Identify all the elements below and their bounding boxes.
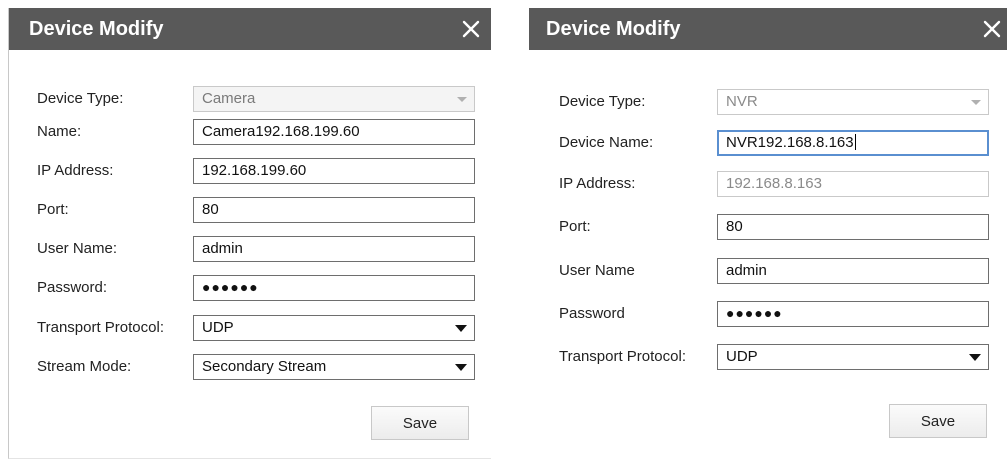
ip-address-label: IP Address: xyxy=(559,175,636,192)
password-row: Password: ●●●●●● xyxy=(37,275,477,301)
close-icon xyxy=(462,20,480,38)
name-input[interactable]: Camera192.168.199.60 xyxy=(193,119,475,145)
transport-protocol-row: Transport Protocol: UDP xyxy=(559,344,999,370)
device-name-value: NVR192.168.8.163 xyxy=(726,134,854,151)
stream-mode-label: Stream Mode: xyxy=(37,358,132,375)
device-name-input[interactable]: NVR192.168.8.163 xyxy=(717,130,989,156)
ip-address-row: IP Address: 192.168.199.60 xyxy=(37,158,477,184)
save-button[interactable]: Save xyxy=(371,406,469,440)
device-type-select[interactable]: Camera xyxy=(193,86,475,112)
dialog-titlebar: Device Modify xyxy=(9,8,491,50)
user-name-label: User Name: xyxy=(37,240,118,257)
user-name-row: User Name: admin xyxy=(37,236,477,262)
transport-protocol-row: Transport Protocol: UDP xyxy=(37,315,477,341)
device-modify-dialog-camera: Device Modify Device Type: Camera Name: … xyxy=(8,8,491,459)
save-button[interactable]: Save xyxy=(889,404,987,438)
transport-protocol-value: UDP xyxy=(202,319,234,336)
dialog-title: Device Modify xyxy=(546,17,681,40)
ip-address-input[interactable]: 192.168.199.60 xyxy=(193,158,475,184)
port-label: Port: xyxy=(559,218,591,235)
password-label: Password: xyxy=(37,279,108,296)
device-type-label: Device Type: xyxy=(559,93,646,110)
port-label: Port: xyxy=(37,201,69,218)
chevron-down-icon xyxy=(969,354,981,361)
device-modify-dialog-nvr: Device Modify Device Type: NVR Device Na… xyxy=(529,8,1007,458)
dialog-title: Device Modify xyxy=(29,17,164,40)
password-input[interactable]: ●●●●●● xyxy=(717,301,989,327)
user-name-input[interactable]: admin xyxy=(193,236,475,262)
close-button[interactable] xyxy=(451,8,491,50)
user-name-row: User Name admin xyxy=(559,258,999,284)
password-input[interactable]: ●●●●●● xyxy=(193,275,475,301)
ip-address-label: IP Address: xyxy=(37,162,114,179)
transport-protocol-value: UDP xyxy=(726,348,758,365)
port-row: Port: 80 xyxy=(37,197,477,223)
name-row: Name: Camera192.168.199.60 xyxy=(37,119,477,145)
device-name-label: Device Name: xyxy=(559,134,654,151)
device-type-select[interactable]: NVR xyxy=(717,89,989,115)
dialog-titlebar: Device Modify xyxy=(529,8,1007,50)
name-label: Name: xyxy=(37,123,82,140)
user-name-label: User Name xyxy=(559,262,635,279)
transport-protocol-label: Transport Protocol: xyxy=(559,348,686,365)
password-row: Password ●●●●●● xyxy=(559,301,999,327)
device-type-value: Camera xyxy=(202,90,256,107)
chevron-down-icon xyxy=(457,97,467,102)
transport-protocol-select[interactable]: UDP xyxy=(193,315,475,341)
port-input[interactable]: 80 xyxy=(717,214,989,240)
device-type-row: Device Type: NVR xyxy=(559,89,999,115)
stream-mode-value: Secondary Stream xyxy=(202,358,327,375)
chevron-down-icon xyxy=(971,100,981,105)
close-button[interactable] xyxy=(983,8,1007,50)
password-label: Password xyxy=(559,305,625,322)
device-name-row: Device Name: NVR192.168.8.163 xyxy=(559,130,999,156)
ip-address-row: IP Address: 192.168.8.163 xyxy=(559,171,999,197)
stream-mode-select[interactable]: Secondary Stream xyxy=(193,354,475,380)
port-input[interactable]: 80 xyxy=(193,197,475,223)
device-type-row: Device Type: Camera xyxy=(37,86,477,112)
port-row: Port: 80 xyxy=(559,214,999,240)
user-name-input[interactable]: admin xyxy=(717,258,989,284)
chevron-down-icon xyxy=(455,325,467,332)
transport-protocol-label: Transport Protocol: xyxy=(37,319,164,336)
ip-address-input[interactable]: 192.168.8.163 xyxy=(717,171,989,197)
device-type-value: NVR xyxy=(726,93,758,110)
chevron-down-icon xyxy=(455,364,467,371)
stream-mode-row: Stream Mode: Secondary Stream xyxy=(37,354,477,380)
transport-protocol-select[interactable]: UDP xyxy=(717,344,989,370)
device-type-label: Device Type: xyxy=(37,90,124,107)
close-icon xyxy=(983,20,1001,38)
